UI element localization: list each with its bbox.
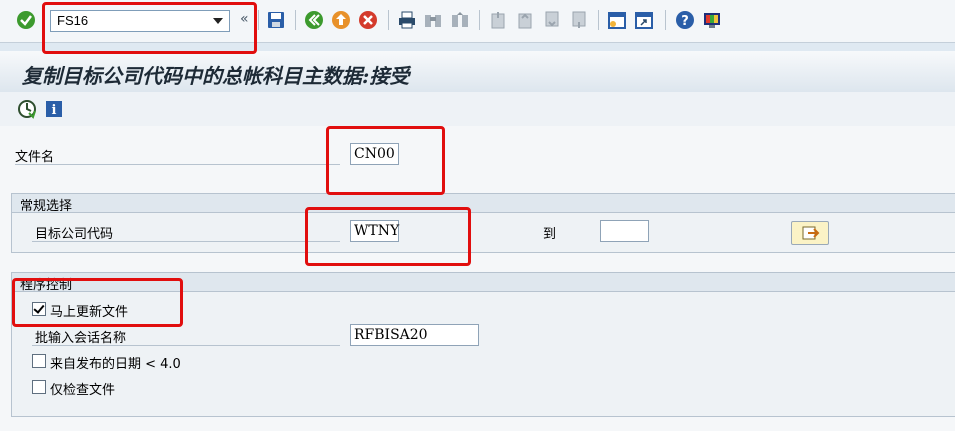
svg-text:?: ? [681, 14, 689, 29]
info-icon[interactable]: i [44, 99, 64, 119]
find-next-icon[interactable] [450, 10, 470, 30]
find-icon[interactable] [423, 10, 443, 30]
separator [258, 10, 259, 30]
check-file-only-label: 仅检查文件 [50, 383, 116, 398]
separator [665, 10, 666, 30]
separator [295, 10, 296, 30]
check-file-only-checkbox[interactable] [32, 380, 46, 394]
last-page-icon[interactable] [569, 10, 589, 30]
from-release-checkbox[interactable] [32, 354, 46, 368]
from-release-label: 来自发布的日期 < 4.0 [50, 357, 181, 372]
print-icon[interactable] [397, 10, 417, 30]
file-name-label: 文件名 [15, 150, 55, 165]
enter-icon[interactable] [16, 10, 36, 30]
highlight-file-name [326, 126, 445, 195]
to-label: 到 [543, 227, 557, 242]
first-page-icon[interactable] [488, 10, 508, 30]
back-icon[interactable] [304, 10, 324, 30]
create-session-icon[interactable] [607, 10, 627, 30]
separator [388, 10, 389, 30]
title-bar: 复制目标公司代码中的总帐科目主数据:接受 [0, 51, 955, 92]
save-icon[interactable] [266, 10, 286, 30]
divider [15, 164, 340, 165]
shortcut-icon[interactable] [634, 10, 654, 30]
cancel-icon[interactable] [358, 10, 378, 30]
group-header: 常规选择 [12, 194, 955, 214]
application-toolbar: i [0, 92, 955, 126]
exit-icon[interactable] [331, 10, 351, 30]
next-page-icon[interactable] [542, 10, 562, 30]
page-title: 复制目标公司代码中的总帐科目主数据:接受 [22, 64, 410, 88]
general-selection-title: 常规选择 [20, 199, 73, 214]
batch-session-name-input[interactable]: RFBISA20 [350, 324, 479, 346]
highlight-company-code [305, 207, 471, 266]
execute-icon[interactable] [17, 99, 37, 119]
highlight-update-checkbox [12, 278, 183, 327]
separator [598, 10, 599, 30]
divider [32, 241, 340, 242]
customize-layout-icon[interactable] [702, 10, 722, 30]
multiple-selection-icon [802, 225, 820, 245]
target-company-code-label: 目标公司代码 [35, 227, 114, 242]
svg-text:i: i [52, 103, 57, 118]
highlight-command-field [42, 2, 257, 54]
target-company-code-to-input[interactable] [600, 220, 649, 242]
divider [32, 345, 340, 346]
previous-page-icon[interactable] [515, 10, 535, 30]
multiple-selection-button[interactable] [791, 221, 829, 245]
separator [479, 10, 480, 30]
batch-session-name-label: 批输入会话名称 [35, 331, 127, 346]
help-icon[interactable]: ? [675, 10, 695, 30]
